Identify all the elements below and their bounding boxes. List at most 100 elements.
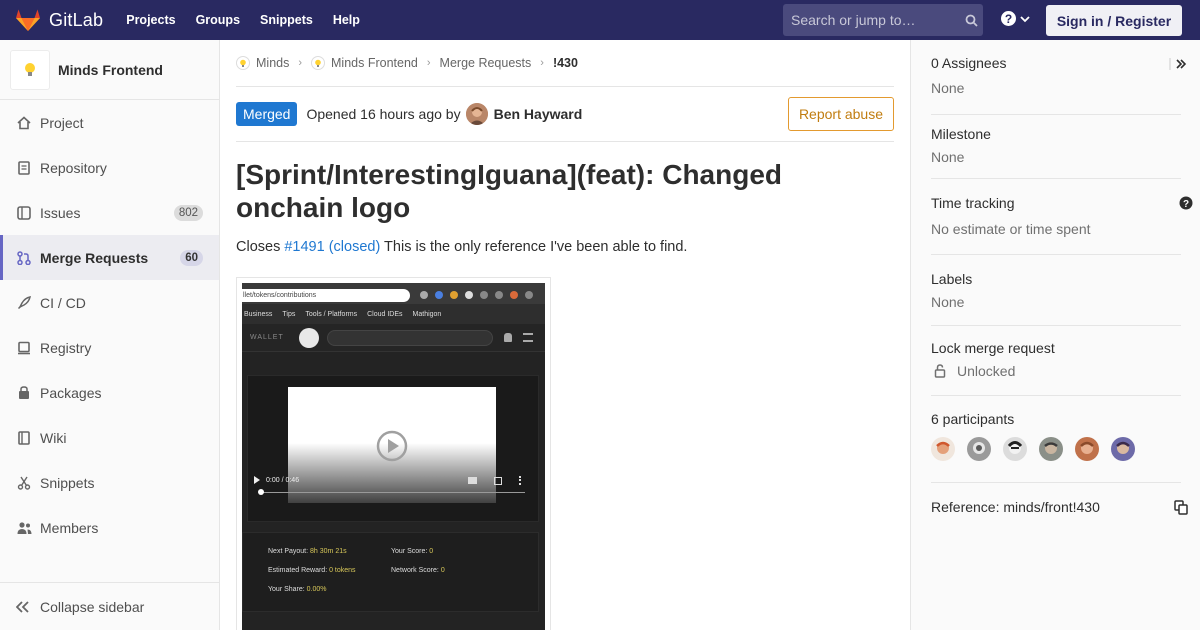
sidebar-item-issues[interactable]: Issues 802 bbox=[0, 190, 219, 235]
breadcrumb-section[interactable]: Merge Requests bbox=[440, 56, 532, 70]
avatar[interactable] bbox=[1111, 437, 1135, 461]
status-badge: Merged bbox=[236, 102, 298, 126]
avatar[interactable] bbox=[1003, 437, 1027, 461]
description-prefix: Closes bbox=[236, 239, 285, 255]
sidebar-item-repository[interactable]: Repository bbox=[0, 145, 219, 190]
nav-groups[interactable]: Groups bbox=[196, 13, 240, 27]
time-tracking-block: Time tracking No estimate or time spent … bbox=[931, 195, 1193, 255]
project-avatar bbox=[10, 49, 50, 90]
sidebar-item-merge-requests[interactable]: Merge Requests 60 bbox=[0, 235, 219, 280]
issue-link[interactable]: #1491 (closed) bbox=[284, 239, 380, 255]
your-share-label: Your Share: bbox=[268, 586, 305, 593]
lightbulb-icon bbox=[25, 62, 35, 76]
next-payout: Next Payout: 8h 30m 21s bbox=[268, 548, 347, 555]
author-name[interactable]: Ben Hayward bbox=[494, 106, 583, 122]
sign-in-button[interactable]: Sign in / Register bbox=[1046, 5, 1182, 36]
bookmark-item: Tools / Platforms bbox=[305, 310, 358, 318]
project-avatar-icon bbox=[311, 56, 326, 70]
search-input[interactable]: Search or jump to… bbox=[783, 4, 983, 36]
embedded-screenshot: llet/tokens/contributions Business Tips … bbox=[242, 283, 545, 630]
issuable-sidebar: 0 Assignees None Milestone None Time tra… bbox=[910, 40, 1200, 630]
top-navbar: GitLab Projects Groups Snippets Help Sea… bbox=[0, 0, 1200, 40]
labels-title: Labels bbox=[931, 271, 973, 287]
avatar[interactable] bbox=[967, 437, 991, 461]
sidebar-item-label: Members bbox=[40, 519, 99, 536]
sidebar-item-label: Project bbox=[40, 114, 84, 131]
avatar[interactable] bbox=[1039, 437, 1063, 461]
sidebar-item-packages[interactable]: Packages bbox=[0, 370, 219, 415]
assignees-block: 0 Assignees None bbox=[931, 55, 1187, 115]
milestone-value: None bbox=[931, 149, 965, 165]
merge-request-header: Merged Opened 16 hours ago by Ben Haywar… bbox=[236, 87, 894, 142]
collapse-sidebar-label: Collapse sidebar bbox=[40, 598, 145, 615]
sidebar-item-ci-cd[interactable]: CI / CD bbox=[0, 280, 219, 325]
play-button-icon bbox=[254, 476, 260, 484]
menu-icon bbox=[523, 333, 533, 342]
nav-help[interactable]: Help bbox=[333, 13, 360, 27]
issues-icon bbox=[16, 205, 32, 221]
time-tracking-value: No estimate or time spent bbox=[931, 221, 1091, 237]
sidebar-item-snippets[interactable]: Snippets bbox=[0, 460, 219, 505]
chevron-right-icon: › bbox=[540, 57, 544, 69]
copy-icon[interactable] bbox=[1174, 500, 1188, 515]
breadcrumb-group[interactable]: Minds bbox=[236, 56, 289, 70]
project-header[interactable]: Minds Frontend bbox=[0, 40, 219, 100]
breadcrumb-project[interactable]: Minds Frontend bbox=[311, 56, 418, 70]
screenshot-attachment[interactable]: llet/tokens/contributions Business Tips … bbox=[236, 277, 551, 630]
reference-block: Reference: minds/front!430 bbox=[931, 499, 1188, 539]
unlock-icon bbox=[934, 364, 946, 378]
wallet-label: WALLET bbox=[250, 334, 284, 341]
nav-snippets[interactable]: Snippets bbox=[260, 13, 313, 27]
avatar[interactable] bbox=[465, 103, 488, 125]
page-title: [Sprint/InterestingIguana](feat): Change… bbox=[236, 159, 782, 223]
svg-text:?: ? bbox=[1183, 199, 1189, 210]
estimated-reward-label: Estimated Reward: bbox=[268, 567, 328, 574]
home-icon bbox=[16, 115, 32, 131]
sidebar-item-registry[interactable]: Registry bbox=[0, 325, 219, 370]
bookmark-item: Cloud IDEs bbox=[367, 310, 403, 318]
video-progress-thumb bbox=[258, 489, 264, 495]
sidebar-item-label: Repository bbox=[40, 159, 107, 176]
sidebar-item-label: Merge Requests bbox=[40, 249, 149, 266]
breadcrumb-project-label: Minds Frontend bbox=[331, 56, 418, 70]
sidebar-item-label: Wiki bbox=[40, 429, 67, 446]
your-score-label: Your Score: bbox=[391, 548, 428, 555]
merge-request-main: Minds › Minds Frontend › Merge Requests … bbox=[236, 40, 894, 630]
sidebar-item-project[interactable]: Project bbox=[0, 100, 219, 145]
labels-block: Labels None bbox=[931, 271, 1181, 326]
avatar[interactable] bbox=[1075, 437, 1099, 461]
sidebar-item-label: Packages bbox=[40, 384, 102, 401]
time-tracking-title: Time tracking bbox=[931, 195, 1015, 211]
opened-text: Opened 16 hours ago by bbox=[306, 106, 461, 122]
fullscreen-icon bbox=[494, 477, 502, 485]
report-abuse-button[interactable]: Report abuse bbox=[787, 97, 894, 131]
browser-url: llet/tokens/contributions bbox=[242, 289, 410, 302]
breadcrumb-current[interactable]: !430 bbox=[553, 56, 578, 70]
network-score: Network Score: 0 bbox=[391, 567, 445, 574]
network-score-value: 0 bbox=[440, 567, 445, 574]
merge-request-description: Closes #1491 (closed) This is the only r… bbox=[236, 239, 894, 255]
bookmarks-bar: Business Tips Tools / Platforms Cloud ID… bbox=[242, 304, 545, 324]
your-share-value: 0.00% bbox=[306, 586, 327, 593]
assignees-value: None bbox=[931, 80, 965, 96]
nav-projects[interactable]: Projects bbox=[126, 13, 175, 27]
more-icon bbox=[519, 476, 521, 485]
sidebar-item-label: Issues bbox=[40, 204, 81, 221]
sidebar-item-label: Snippets bbox=[40, 474, 95, 491]
question-icon[interactable]: ? bbox=[1179, 196, 1193, 210]
avatar[interactable] bbox=[931, 437, 955, 461]
estimated-reward: Estimated Reward: 0 tokens bbox=[268, 567, 356, 574]
lock-value: Unlocked bbox=[957, 363, 1016, 379]
your-score-value: 0 bbox=[429, 548, 434, 555]
collapse-sidebar-button[interactable]: Collapse sidebar bbox=[0, 582, 219, 630]
next-payout-value: 8h 30m 21s bbox=[310, 548, 347, 555]
sidebar-item-label: CI / CD bbox=[40, 294, 86, 311]
sidebar-item-members[interactable]: Members bbox=[0, 505, 219, 550]
sidebar-item-wiki[interactable]: Wiki bbox=[0, 415, 219, 460]
gitlab-home-link[interactable]: GitLab bbox=[15, 0, 103, 40]
milestone-block: Milestone None bbox=[931, 126, 1181, 179]
help-dropdown[interactable]: ? bbox=[1000, 10, 1030, 27]
question-icon: ? bbox=[1001, 11, 1016, 26]
search-icon bbox=[959, 14, 983, 27]
double-chevron-right-icon[interactable] bbox=[1169, 57, 1189, 71]
